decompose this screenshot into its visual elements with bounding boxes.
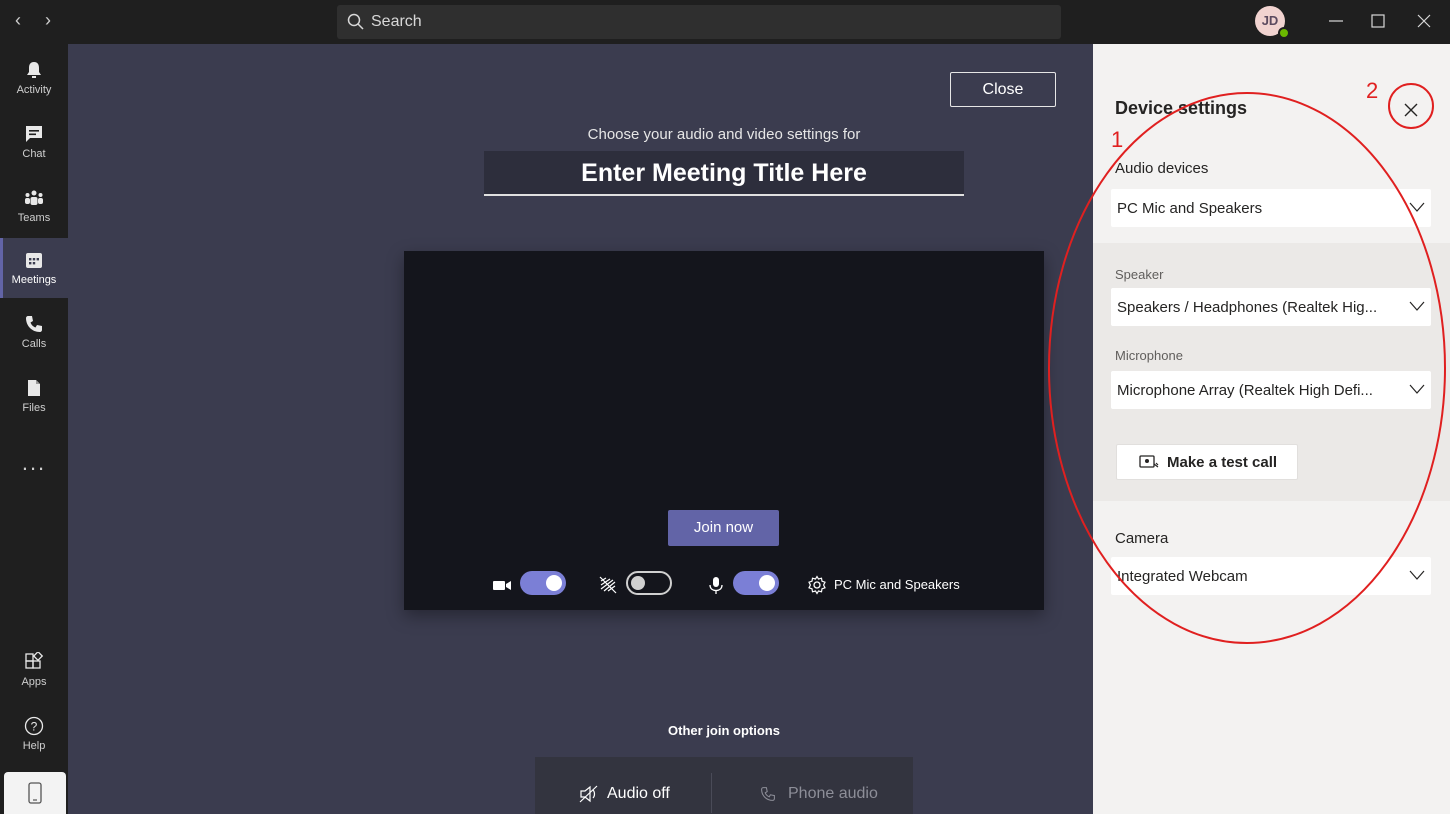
calendar-icon bbox=[26, 253, 42, 268]
mobile-device-icon bbox=[28, 782, 42, 804]
rail-label: Calls bbox=[21, 338, 47, 350]
phone-audio-option[interactable]: Phone audio bbox=[712, 757, 913, 814]
dropdown-value: Integrated Webcam bbox=[1117, 568, 1248, 585]
forward-arrow-icon[interactable]: › bbox=[36, 8, 60, 32]
rail-label: Chat bbox=[22, 148, 46, 160]
audio-devices-title: Audio devices bbox=[1115, 160, 1209, 177]
back-arrow-icon[interactable]: ‹ bbox=[6, 8, 30, 32]
phone-icon bbox=[761, 787, 775, 801]
rail-label: Files bbox=[22, 402, 46, 414]
minimize-icon bbox=[1329, 20, 1343, 22]
teams-icon bbox=[25, 190, 43, 205]
maximize-icon bbox=[1371, 14, 1385, 28]
audio-device-dropdown[interactable]: PC Mic and Speakers bbox=[1111, 189, 1431, 227]
panel-title: Device settings bbox=[1115, 98, 1248, 118]
camera-toggle[interactable] bbox=[520, 571, 566, 595]
window-close-button[interactable] bbox=[1408, 6, 1440, 36]
device-button[interactable] bbox=[4, 772, 66, 814]
test-call-icon bbox=[1139, 455, 1159, 468]
rail-item-activity[interactable]: Activity bbox=[0, 48, 68, 108]
make-test-call-button[interactable]: Make a test call bbox=[1116, 444, 1298, 480]
apps-icon bbox=[25, 652, 44, 669]
other-join-options-title: Other join options bbox=[668, 723, 780, 738]
more-apps-icon[interactable]: ... bbox=[0, 450, 68, 476]
test-call-label: Make a test call bbox=[1167, 454, 1278, 471]
meeting-title: Enter Meeting Title Here bbox=[581, 159, 867, 187]
rail-label: Activity bbox=[16, 84, 52, 96]
phone-icon bbox=[26, 316, 42, 332]
choose-settings-text: Choose your audio and video settings for bbox=[587, 126, 861, 143]
microphone-dropdown[interactable]: Microphone Array (Realtek High Defi... bbox=[1111, 371, 1431, 409]
close-button[interactable]: Close bbox=[950, 72, 1056, 107]
bell-icon bbox=[27, 62, 41, 78]
microphone-label: Microphone bbox=[1115, 348, 1183, 363]
camera-dropdown[interactable]: Integrated Webcam bbox=[1111, 557, 1431, 595]
rail-label: Apps bbox=[21, 676, 47, 688]
chevron-down-icon bbox=[1409, 202, 1425, 212]
toggle-knob bbox=[546, 575, 562, 591]
rail-item-teams[interactable]: Teams bbox=[0, 176, 68, 236]
video-preview: Join now PC Mic and Speakers bbox=[404, 251, 1044, 610]
meeting-title-field[interactable]: Enter Meeting Title Here bbox=[484, 151, 964, 196]
rail-item-meetings[interactable]: Meetings bbox=[0, 238, 68, 298]
microphone-toggle[interactable] bbox=[733, 571, 779, 595]
chevron-down-icon bbox=[1409, 301, 1425, 311]
title-bar: ‹ › Search JD bbox=[0, 0, 1450, 44]
audio-off-label: Audio off bbox=[607, 785, 670, 802]
rail-label: Help bbox=[22, 740, 46, 752]
speaker-dropdown[interactable]: Speakers / Headphones (Realtek Hig... bbox=[1111, 288, 1431, 326]
rail-label: Teams bbox=[17, 212, 51, 224]
file-icon bbox=[28, 380, 40, 396]
app-rail: Activity Chat Teams Meetings Calls Files… bbox=[0, 44, 68, 814]
search-icon bbox=[347, 13, 364, 30]
toggle-knob bbox=[631, 576, 645, 590]
dropdown-value: Speakers / Headphones (Realtek Hig... bbox=[1117, 299, 1378, 316]
audio-off-option[interactable]: Audio off bbox=[535, 757, 711, 814]
rail-label: Meetings bbox=[11, 274, 57, 286]
close-icon[interactable] bbox=[1399, 98, 1423, 122]
rail-item-chat[interactable]: Chat bbox=[0, 112, 68, 172]
toggle-knob bbox=[759, 575, 775, 591]
search-box[interactable]: Search bbox=[337, 5, 1061, 39]
maximize-button[interactable] bbox=[1362, 6, 1394, 36]
svg-text:?: ? bbox=[31, 720, 38, 734]
chevron-down-icon bbox=[1409, 570, 1425, 580]
rail-item-help[interactable]: ? Help bbox=[0, 704, 68, 764]
camera-icon bbox=[493, 581, 511, 590]
join-now-button[interactable]: Join now bbox=[668, 510, 779, 546]
camera-title: Camera bbox=[1115, 530, 1169, 547]
rail-item-files[interactable]: Files bbox=[0, 366, 68, 426]
background-blur-icon bbox=[599, 576, 617, 594]
dropdown-value: Microphone Array (Realtek High Defi... bbox=[1117, 382, 1373, 399]
speaker-label: Speaker bbox=[1115, 267, 1164, 282]
annotation-label-1: 1 bbox=[1111, 127, 1124, 152]
join-options-bar: Audio off Phone audio bbox=[535, 757, 913, 814]
minimize-button[interactable] bbox=[1320, 6, 1352, 36]
annotation-label-2: 2 bbox=[1366, 78, 1379, 103]
device-settings-panel: Device settings Audio devices PC Mic and… bbox=[1093, 44, 1450, 814]
phone-audio-label: Phone audio bbox=[788, 785, 878, 802]
gear-icon[interactable] bbox=[807, 575, 827, 595]
status-available-icon bbox=[1278, 27, 1290, 39]
device-settings-link[interactable]: PC Mic and Speakers bbox=[834, 577, 960, 592]
dropdown-value: PC Mic and Speakers bbox=[1117, 200, 1263, 217]
help-icon: ? bbox=[24, 716, 44, 736]
search-placeholder: Search bbox=[371, 13, 422, 30]
speaker-off-icon bbox=[579, 785, 598, 803]
rail-item-apps[interactable]: Apps bbox=[0, 640, 68, 700]
microphone-icon bbox=[709, 577, 723, 594]
chevron-down-icon bbox=[1409, 384, 1425, 394]
chat-icon bbox=[26, 126, 42, 142]
rail-item-calls[interactable]: Calls bbox=[0, 302, 68, 362]
background-blur-toggle[interactable] bbox=[626, 571, 672, 595]
close-icon bbox=[1417, 14, 1431, 28]
